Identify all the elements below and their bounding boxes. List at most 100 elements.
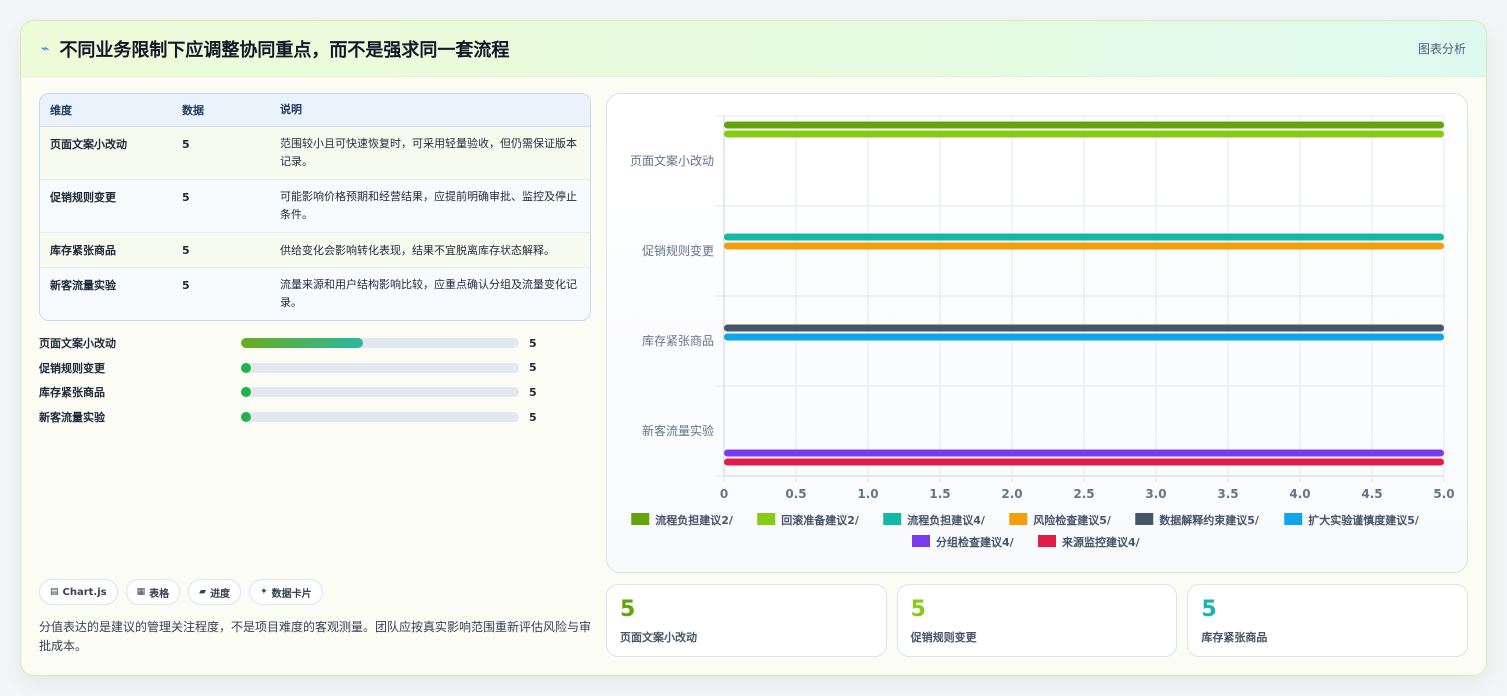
legend-label: 流程负担建议2/ — [655, 513, 734, 527]
cell-description: 供给变化会影响转化表现，结果不宜脱离库存状态解释。 — [280, 244, 555, 257]
cell-value: 5 — [182, 279, 190, 292]
legend-swatch — [1038, 535, 1056, 547]
x-tick-label: 3.5 — [1217, 487, 1238, 501]
chip-chartjs[interactable]: ▤ Chart.js — [39, 579, 118, 605]
card-header: ⌁ 不同业务限制下应调整协同重点，而不是强求同一套流程 图表分析 — [21, 21, 1486, 77]
stat-label: 促销规则变更 — [910, 631, 977, 644]
stat-label: 页面文案小改动 — [620, 631, 697, 644]
stat-value: 5 — [620, 597, 636, 622]
progress-dot — [241, 362, 251, 373]
category-label: 促销规则变更 — [642, 243, 714, 258]
progress-icon: ▰ — [199, 587, 207, 597]
legend-swatch — [631, 513, 650, 525]
x-tick-label: 5.0 — [1433, 487, 1454, 501]
progress-label: 新客流量实验 — [39, 411, 105, 425]
progress-row: 页面文案小改动 5 — [39, 331, 549, 356]
x-tick-label: 4.5 — [1361, 487, 1382, 501]
progress-value: 5 — [529, 410, 537, 424]
stat-cards: 5 页面文案小改动 5 促销规则变更 5 库存紧张商品 — [606, 584, 1469, 657]
legend-swatch — [1009, 513, 1028, 525]
chip-progress[interactable]: ▰ 进度 — [188, 579, 242, 605]
column-header-data: 数据 — [182, 104, 204, 117]
progress-value: 5 — [529, 336, 537, 350]
bar-chart: 0 0.5 1.0 1.5 2.0 2.5 3.0 3.5 4.0 4.5 5.0 页面文案小改动促销… — [630, 115, 1455, 549]
chart-panel: 0 0.5 1.0 1.5 2.0 2.5 3.0 3.5 4.0 4.5 5.0 页面文案小改动 促销… — [606, 93, 1468, 573]
cell-description: 流量来源和用户结构影响比较，应重点确认分组及流量变化记录。 — [280, 278, 577, 309]
chip-label: 表格 — [149, 588, 170, 600]
legend-swatch — [883, 513, 902, 525]
footnote: 分值表达的是建议的管理关注程度，不是项目难度的客观测量。团队应按真实影响范围重新… — [39, 620, 592, 653]
bar — [724, 324, 1444, 332]
progress-track — [241, 387, 519, 398]
table-icon: ▦ — [136, 587, 146, 597]
legend-label: 来源监控建议4/ — [1061, 535, 1141, 549]
cell-value: 5 — [182, 191, 190, 204]
legend-label: 数据解释约束建议5/ — [1159, 513, 1260, 527]
chip-label: 数据卡片 — [271, 588, 312, 600]
progress-dot — [241, 387, 251, 398]
category-label: 页面文案小改动 — [630, 153, 714, 168]
legend-label: 风险检查建议5/ — [1033, 513, 1112, 527]
cell-value: 5 — [182, 244, 190, 257]
bar — [724, 449, 1444, 457]
x-tick-label: 2.5 — [1073, 487, 1094, 501]
bar — [724, 333, 1444, 341]
bar — [724, 458, 1444, 466]
progress-track — [241, 338, 519, 349]
chip-label: Chart.js — [62, 586, 107, 598]
category-label: 库存紧张商品 — [642, 333, 714, 348]
chip-label: 进度 — [210, 588, 231, 600]
cell-dimension: 促销规则变更 — [50, 191, 116, 204]
progress-value: 5 — [529, 361, 537, 375]
cell-dimension: 页面文案小改动 — [50, 138, 127, 151]
cell-value: 5 — [182, 138, 190, 151]
legend-swatch — [912, 535, 930, 547]
table-row: 促销规则变更 5 可能影响价格预期和经营结果，应提前明确审批、监控及停止条件。 — [40, 180, 590, 233]
progress-row: 库存紧张商品 5 — [39, 380, 549, 405]
progress-list: 页面文案小改动 5 促销规则变更 5 库存紧张商品 5 新客流量实验 5 — [39, 331, 549, 429]
cell-description: 范围较小且可快速恢复时，可采用轻量验收，但仍需保证版本记录。 — [280, 137, 577, 168]
page-title: 不同业务限制下应调整协同重点，而不是强求同一套流程 — [59, 39, 510, 61]
progress-dot — [241, 412, 251, 423]
progress-value: 5 — [529, 385, 537, 399]
table-row: 库存紧张商品 5 供给变化会影响转化表现，结果不宜脱离库存状态解释。 — [40, 233, 590, 268]
chip-table[interactable]: ▦ 表格 — [125, 579, 181, 605]
cell-dimension: 新客流量实验 — [50, 279, 116, 292]
stat-label: 库存紧张商品 — [1201, 631, 1268, 644]
x-tick-label: 1.0 — [857, 487, 878, 501]
x-tick-label: 2.0 — [1001, 487, 1022, 501]
legend-swatch — [1135, 513, 1154, 525]
table-header: 维度 数据 说明 — [40, 94, 590, 127]
stat-value: 5 — [910, 597, 926, 622]
table-row: 页面文案小改动 5 范围较小且可快速恢复时，可采用轻量验收，但仍需保证版本记录。 — [40, 127, 590, 180]
legend-label: 扩大实验谨慎度建议5/ — [1308, 513, 1420, 527]
stat-value: 5 — [1201, 597, 1217, 622]
lightning-icon: ⌁ — [41, 40, 50, 57]
legend-swatch — [757, 513, 776, 525]
bar — [724, 130, 1444, 138]
analysis-card: ⌁ 不同业务限制下应调整协同重点，而不是强求同一套流程 图表分析 维度 数据 说… — [20, 20, 1487, 676]
stat-card: 5 库存紧张商品 — [1187, 584, 1469, 657]
progress-row: 促销规则变更 5 — [39, 356, 549, 381]
cell-description: 可能影响价格预期和经营结果，应提前明确审批、监控及停止条件。 — [280, 190, 577, 221]
progress-track — [241, 412, 519, 423]
title-wrap: ⌁ 不同业务限制下应调整协同重点，而不是强求同一套流程 — [41, 36, 509, 62]
legend-swatch — [1284, 513, 1303, 525]
stat-card: 5 页面文案小改动 — [606, 584, 887, 657]
progress-fill — [241, 338, 364, 349]
x-tick-label: 0 — [720, 487, 728, 501]
progress-label: 库存紧张商品 — [39, 386, 105, 400]
chip-data-card[interactable]: ✦ 数据卡片 — [249, 579, 323, 605]
x-tick-label: 1.5 — [929, 487, 950, 501]
x-tick-label: 4.0 — [1289, 487, 1310, 501]
legend-label: 分组检查建议4/ — [936, 535, 1015, 549]
category-label: 新客流量实验 — [642, 423, 714, 438]
chart-icon: ▤ — [50, 587, 59, 597]
legend-label: 流程负担建议4/ — [907, 513, 986, 527]
chart-analysis-tag: 图表分析 — [1417, 42, 1466, 56]
bar — [724, 121, 1444, 129]
bar — [724, 233, 1444, 241]
progress-label: 促销规则变更 — [39, 361, 105, 375]
sparkle-icon: ✦ — [260, 587, 268, 597]
progress-track — [241, 362, 519, 373]
